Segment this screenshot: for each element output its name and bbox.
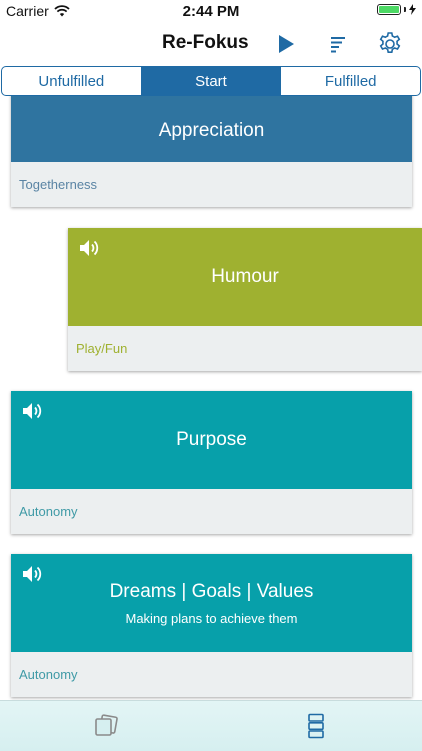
- speaker-icon[interactable]: [78, 238, 100, 258]
- segmented-control: Unfulfilled Start Fulfilled: [1, 66, 421, 96]
- card-category: Togetherness: [19, 177, 98, 192]
- card-purpose[interactable]: Purpose Autonomy: [11, 391, 412, 534]
- status-bar: Carrier 2:44 PM: [0, 0, 422, 22]
- tab-cards[interactable]: [91, 711, 121, 741]
- nav-bar: Re-Fokus: [0, 22, 422, 64]
- card-header: Appreciation: [11, 96, 412, 162]
- battery-level: [379, 6, 399, 13]
- card-category: Autonomy: [19, 504, 78, 519]
- tab-list[interactable]: [301, 711, 331, 741]
- charging-bolt-icon: [409, 4, 416, 15]
- card-header: Purpose: [11, 391, 412, 489]
- status-time: 2:44 PM: [182, 3, 240, 20]
- card-title: Appreciation: [158, 120, 265, 141]
- battery-icon: [377, 4, 401, 15]
- status-right: [377, 4, 416, 15]
- list-icon: [308, 713, 324, 739]
- card-title: Dreams | Goals | Values: [109, 580, 314, 602]
- card-subtitle: Making plans to achieve them: [125, 610, 298, 626]
- play-icon: [279, 35, 294, 53]
- segment-start[interactable]: Start: [141, 67, 282, 95]
- card-dreams-goals-values[interactable]: Dreams | Goals | Values Making plans to …: [11, 554, 412, 697]
- segment-unfulfilled[interactable]: Unfulfilled: [2, 67, 142, 95]
- card-appreciation[interactable]: Appreciation Togetherness: [11, 96, 412, 207]
- sort-button[interactable]: [324, 30, 352, 58]
- card-humour[interactable]: Humour Play/Fun: [68, 228, 422, 371]
- sort-icon: [331, 37, 345, 53]
- card-title: Purpose: [176, 429, 247, 450]
- gear-icon: [379, 32, 401, 53]
- card-category: Autonomy: [19, 667, 78, 682]
- card-list[interactable]: Appreciation Togetherness Humour Play/Fu…: [0, 96, 422, 700]
- battery-cap: [404, 7, 406, 12]
- cards-icon: [95, 714, 118, 736]
- segment-fulfilled[interactable]: Fulfilled: [281, 67, 420, 95]
- tab-bar: [0, 700, 422, 751]
- play-button[interactable]: [272, 30, 300, 58]
- card-header: Humour: [68, 228, 422, 326]
- card-header: Dreams | Goals | Values Making plans to …: [11, 554, 412, 652]
- speaker-icon[interactable]: [21, 401, 43, 421]
- card-title: Humour: [211, 266, 279, 287]
- page-title: Re-Fokus: [162, 32, 249, 53]
- settings-button[interactable]: [376, 30, 404, 58]
- card-category: Play/Fun: [76, 341, 128, 356]
- speaker-icon[interactable]: [21, 564, 43, 584]
